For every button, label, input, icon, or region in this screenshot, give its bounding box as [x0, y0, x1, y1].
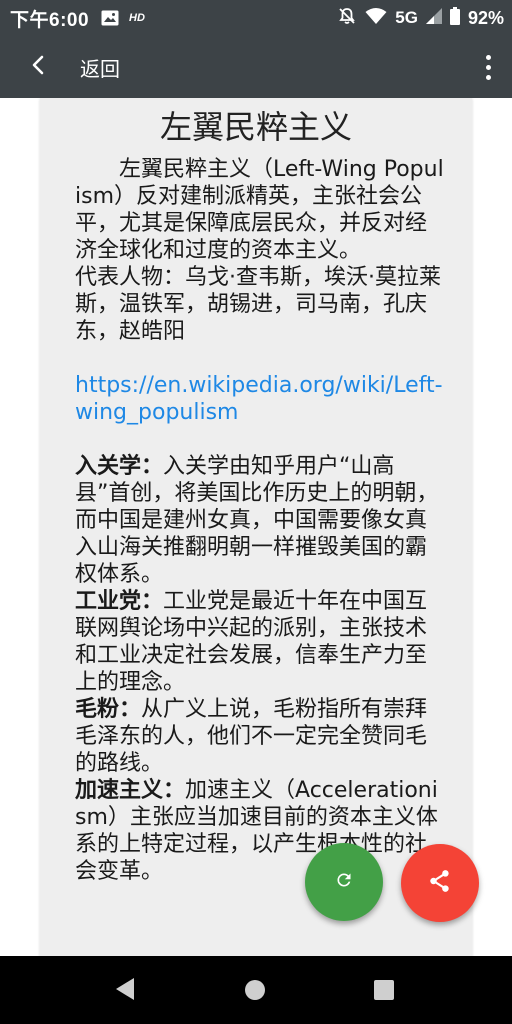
term-name: 入关学: [75, 454, 142, 479]
term-entry: 毛粉：从广义上说，毛粉指所有崇拜毛泽东的人，他们不一定完全赞同毛的路线。: [75, 696, 445, 777]
image-icon: [101, 10, 119, 26]
term-name: 毛粉: [75, 697, 120, 722]
term-entry: 工业党：工业党是最近十年在中国互联网舆论场中兴起的派别，主张技术和工业决定社会发…: [75, 588, 445, 696]
mute-icon: [337, 6, 357, 31]
term-separator: ：: [163, 778, 186, 803]
term-name: 加速主义: [75, 778, 164, 803]
article-body: 左翼民粹主义（Left-Wing Populism）反对建制派精英，主张社会公平…: [75, 156, 445, 885]
battery-percentage: 92%: [467, 7, 504, 28]
signal-icon: [425, 7, 442, 29]
term-separator: ：: [141, 454, 164, 479]
term-separator: ：: [119, 697, 142, 722]
wifi-icon: [365, 7, 387, 30]
nav-home-icon[interactable]: [245, 980, 265, 1000]
back-label[interactable]: 返回: [80, 53, 120, 82]
article-title: 左翼民粹主义: [159, 108, 352, 146]
nav-recents-icon[interactable]: [374, 980, 394, 1000]
battery-icon: [449, 6, 460, 30]
refresh-icon: [331, 867, 357, 897]
nav-back-icon[interactable]: [113, 976, 137, 1006]
term-name: 工业党: [75, 589, 142, 614]
article-representatives: 代表人物：乌戈·查韦斯，埃沃·莫拉莱斯，温铁军，胡锡进，司马南，孔庆东，赵皓阳: [75, 265, 441, 344]
back-button[interactable]: [18, 47, 58, 87]
refresh-button[interactable]: [305, 843, 383, 921]
content-scroll-area[interactable]: 左翼民粹主义 左翼民粹主义（Left-Wing Populism）反对建制派精英…: [0, 98, 512, 956]
share-button[interactable]: [401, 844, 479, 922]
term-entry: 加速主义：加速主义（Accelerationism）主张应当加速目前的资本主义体…: [75, 777, 445, 885]
status-bar: 下午6:00 HD 5G 92%: [0, 0, 512, 36]
hd-badge: HD: [129, 12, 145, 24]
system-nav-bar: [0, 956, 512, 1024]
share-icon: [427, 868, 453, 898]
article-intro: 左翼民粹主义（Left-Wing Populism）反对建制派精英，主张社会公平…: [75, 157, 444, 263]
status-time: 下午6:00: [10, 9, 90, 31]
app-bar: 返回: [0, 36, 512, 98]
term-separator: ：: [141, 589, 164, 614]
wikipedia-link[interactable]: https://en.wikipedia.org/wiki/Left-wing_…: [75, 373, 443, 425]
back-arrow-icon: [31, 54, 45, 80]
term-entry: 入关学：入关学由知乎用户“山高县”首创，将美国比作历史上的明朝，而中国是建州女真…: [75, 453, 445, 588]
status-indicators: 5G 92%: [337, 0, 504, 36]
network-type: 5G: [395, 8, 418, 27]
article-card: 左翼民粹主义 左翼民粹主义（Left-Wing Populism）反对建制派精英…: [40, 98, 472, 956]
more-vert-icon[interactable]: [476, 47, 500, 87]
